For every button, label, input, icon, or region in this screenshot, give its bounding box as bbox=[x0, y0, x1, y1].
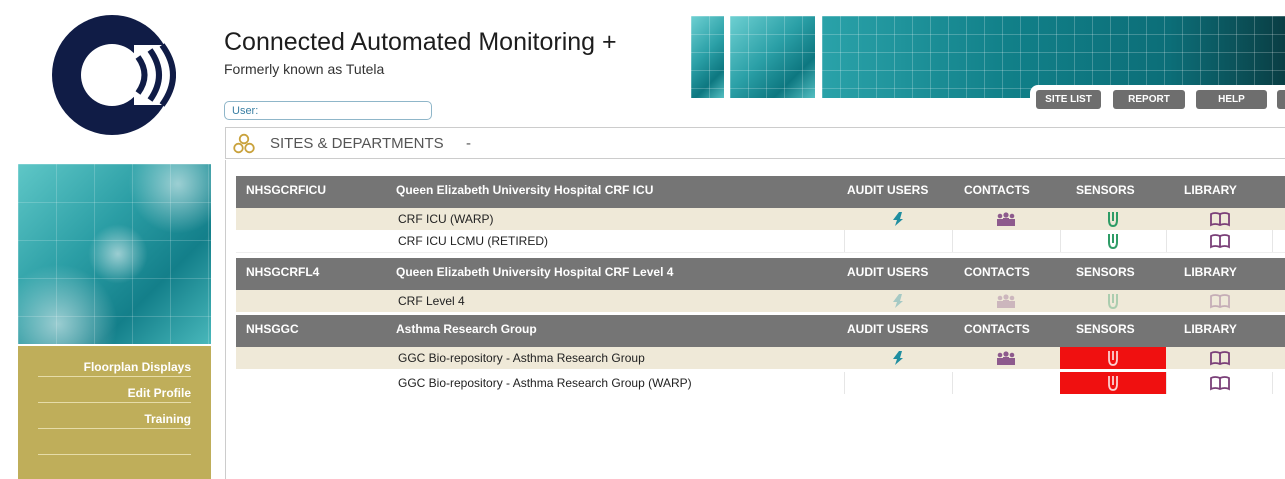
site-name[interactable]: CRF ICU LCMU (RETIRED) bbox=[398, 230, 548, 252]
sites-departments-icon bbox=[233, 133, 255, 154]
site-row[interactable]: CRF Level 4 bbox=[236, 290, 1285, 312]
menu-floorplan-displays[interactable]: Floorplan Displays bbox=[38, 360, 191, 377]
column-library: LIBRARY bbox=[1184, 183, 1237, 197]
group-code: NHSGCRFL4 bbox=[246, 265, 320, 279]
audit-user-icon[interactable] bbox=[844, 208, 952, 230]
site-name[interactable]: CRF Level 4 bbox=[398, 290, 465, 312]
group-name: Queen Elizabeth University Hospital CRF … bbox=[396, 183, 654, 197]
column-sensors: SENSORS bbox=[1076, 265, 1135, 279]
column-audit-users: AUDIT USERS bbox=[847, 322, 929, 336]
help-button[interactable]: HELP bbox=[1196, 90, 1267, 109]
library-book-icon[interactable] bbox=[1166, 372, 1274, 394]
site-row[interactable]: GGC Bio-repository - Asthma Research Gro… bbox=[236, 347, 1285, 369]
site-name[interactable]: GGC Bio-repository - Asthma Research Gro… bbox=[398, 372, 692, 394]
library-book-icon[interactable] bbox=[1166, 230, 1274, 252]
group-name: Queen Elizabeth University Hospital CRF … bbox=[396, 265, 674, 279]
contacts-group-icon[interactable] bbox=[952, 347, 1060, 369]
contacts-group-icon[interactable] bbox=[952, 208, 1060, 230]
cam-logo bbox=[52, 15, 176, 135]
sensor-alarm-icon[interactable] bbox=[1060, 347, 1166, 369]
sensor-probe-icon[interactable] bbox=[1060, 290, 1166, 312]
column-contacts: CONTACTS bbox=[964, 265, 1030, 279]
column-audit-users: AUDIT USERS bbox=[847, 183, 929, 197]
header-banner-image-1 bbox=[691, 16, 724, 98]
column-library: LIBRARY bbox=[1184, 265, 1237, 279]
more-nav-button[interactable] bbox=[1277, 90, 1285, 109]
report-button[interactable]: REPORT bbox=[1113, 90, 1185, 109]
site-row[interactable]: CRF ICU (WARP) bbox=[236, 208, 1285, 230]
library-book-icon[interactable] bbox=[1166, 347, 1274, 369]
header-banner-image-2 bbox=[730, 16, 815, 98]
site-name[interactable]: CRF ICU (WARP) bbox=[398, 208, 494, 230]
group-code: NHSGCRFICU bbox=[246, 183, 326, 197]
contacts-group-icon[interactable] bbox=[952, 290, 1060, 312]
site-row[interactable]: GGC Bio-repository - Asthma Research Gro… bbox=[236, 372, 1285, 394]
group-header-row: NHSGGC Asthma Research Group AUDIT USERS… bbox=[236, 315, 1285, 347]
library-book-icon[interactable] bbox=[1166, 290, 1274, 312]
column-audit-users: AUDIT USERS bbox=[847, 265, 929, 279]
group-name: Asthma Research Group bbox=[396, 322, 537, 336]
menu-edit-profile[interactable]: Edit Profile bbox=[38, 386, 191, 403]
page-title: Connected Automated Monitoring + bbox=[224, 28, 617, 56]
page-subtitle: Formerly known as Tutela bbox=[224, 61, 385, 77]
user-field: User: bbox=[224, 101, 432, 120]
sensor-probe-icon[interactable] bbox=[1060, 230, 1166, 252]
site-row[interactable]: CRF ICU LCMU (RETIRED) bbox=[236, 230, 1285, 253]
sites-departments-label[interactable]: SITES & DEPARTMENTS bbox=[270, 135, 444, 152]
group-header-row: NHSGCRFL4 Queen Elizabeth University Hos… bbox=[236, 258, 1285, 290]
library-book-icon[interactable] bbox=[1166, 208, 1274, 230]
column-contacts: CONTACTS bbox=[964, 183, 1030, 197]
column-library: LIBRARY bbox=[1184, 322, 1237, 336]
menu-empty-item bbox=[38, 440, 191, 455]
menu-training[interactable]: Training bbox=[38, 412, 191, 429]
column-sensors: SENSORS bbox=[1076, 322, 1135, 336]
column-sensors: SENSORS bbox=[1076, 183, 1135, 197]
site-list-button[interactable]: SITE LIST bbox=[1036, 90, 1101, 109]
sensor-probe-icon[interactable] bbox=[1060, 208, 1166, 230]
audit-user-icon[interactable] bbox=[844, 347, 952, 369]
group-code: NHSGGC bbox=[246, 322, 299, 336]
sensor-alarm-icon[interactable] bbox=[1060, 372, 1166, 394]
group-header-row: NHSGCRFICU Queen Elizabeth University Ho… bbox=[236, 176, 1285, 208]
audit-user-icon[interactable] bbox=[844, 290, 952, 312]
column-contacts: CONTACTS bbox=[964, 322, 1030, 336]
site-name[interactable]: GGC Bio-repository - Asthma Research Gro… bbox=[398, 347, 645, 369]
sites-departments-toggle[interactable]: - bbox=[466, 135, 471, 152]
side-banner-image bbox=[18, 164, 211, 344]
side-menu: Floorplan Displays Edit Profile Training bbox=[18, 346, 211, 479]
